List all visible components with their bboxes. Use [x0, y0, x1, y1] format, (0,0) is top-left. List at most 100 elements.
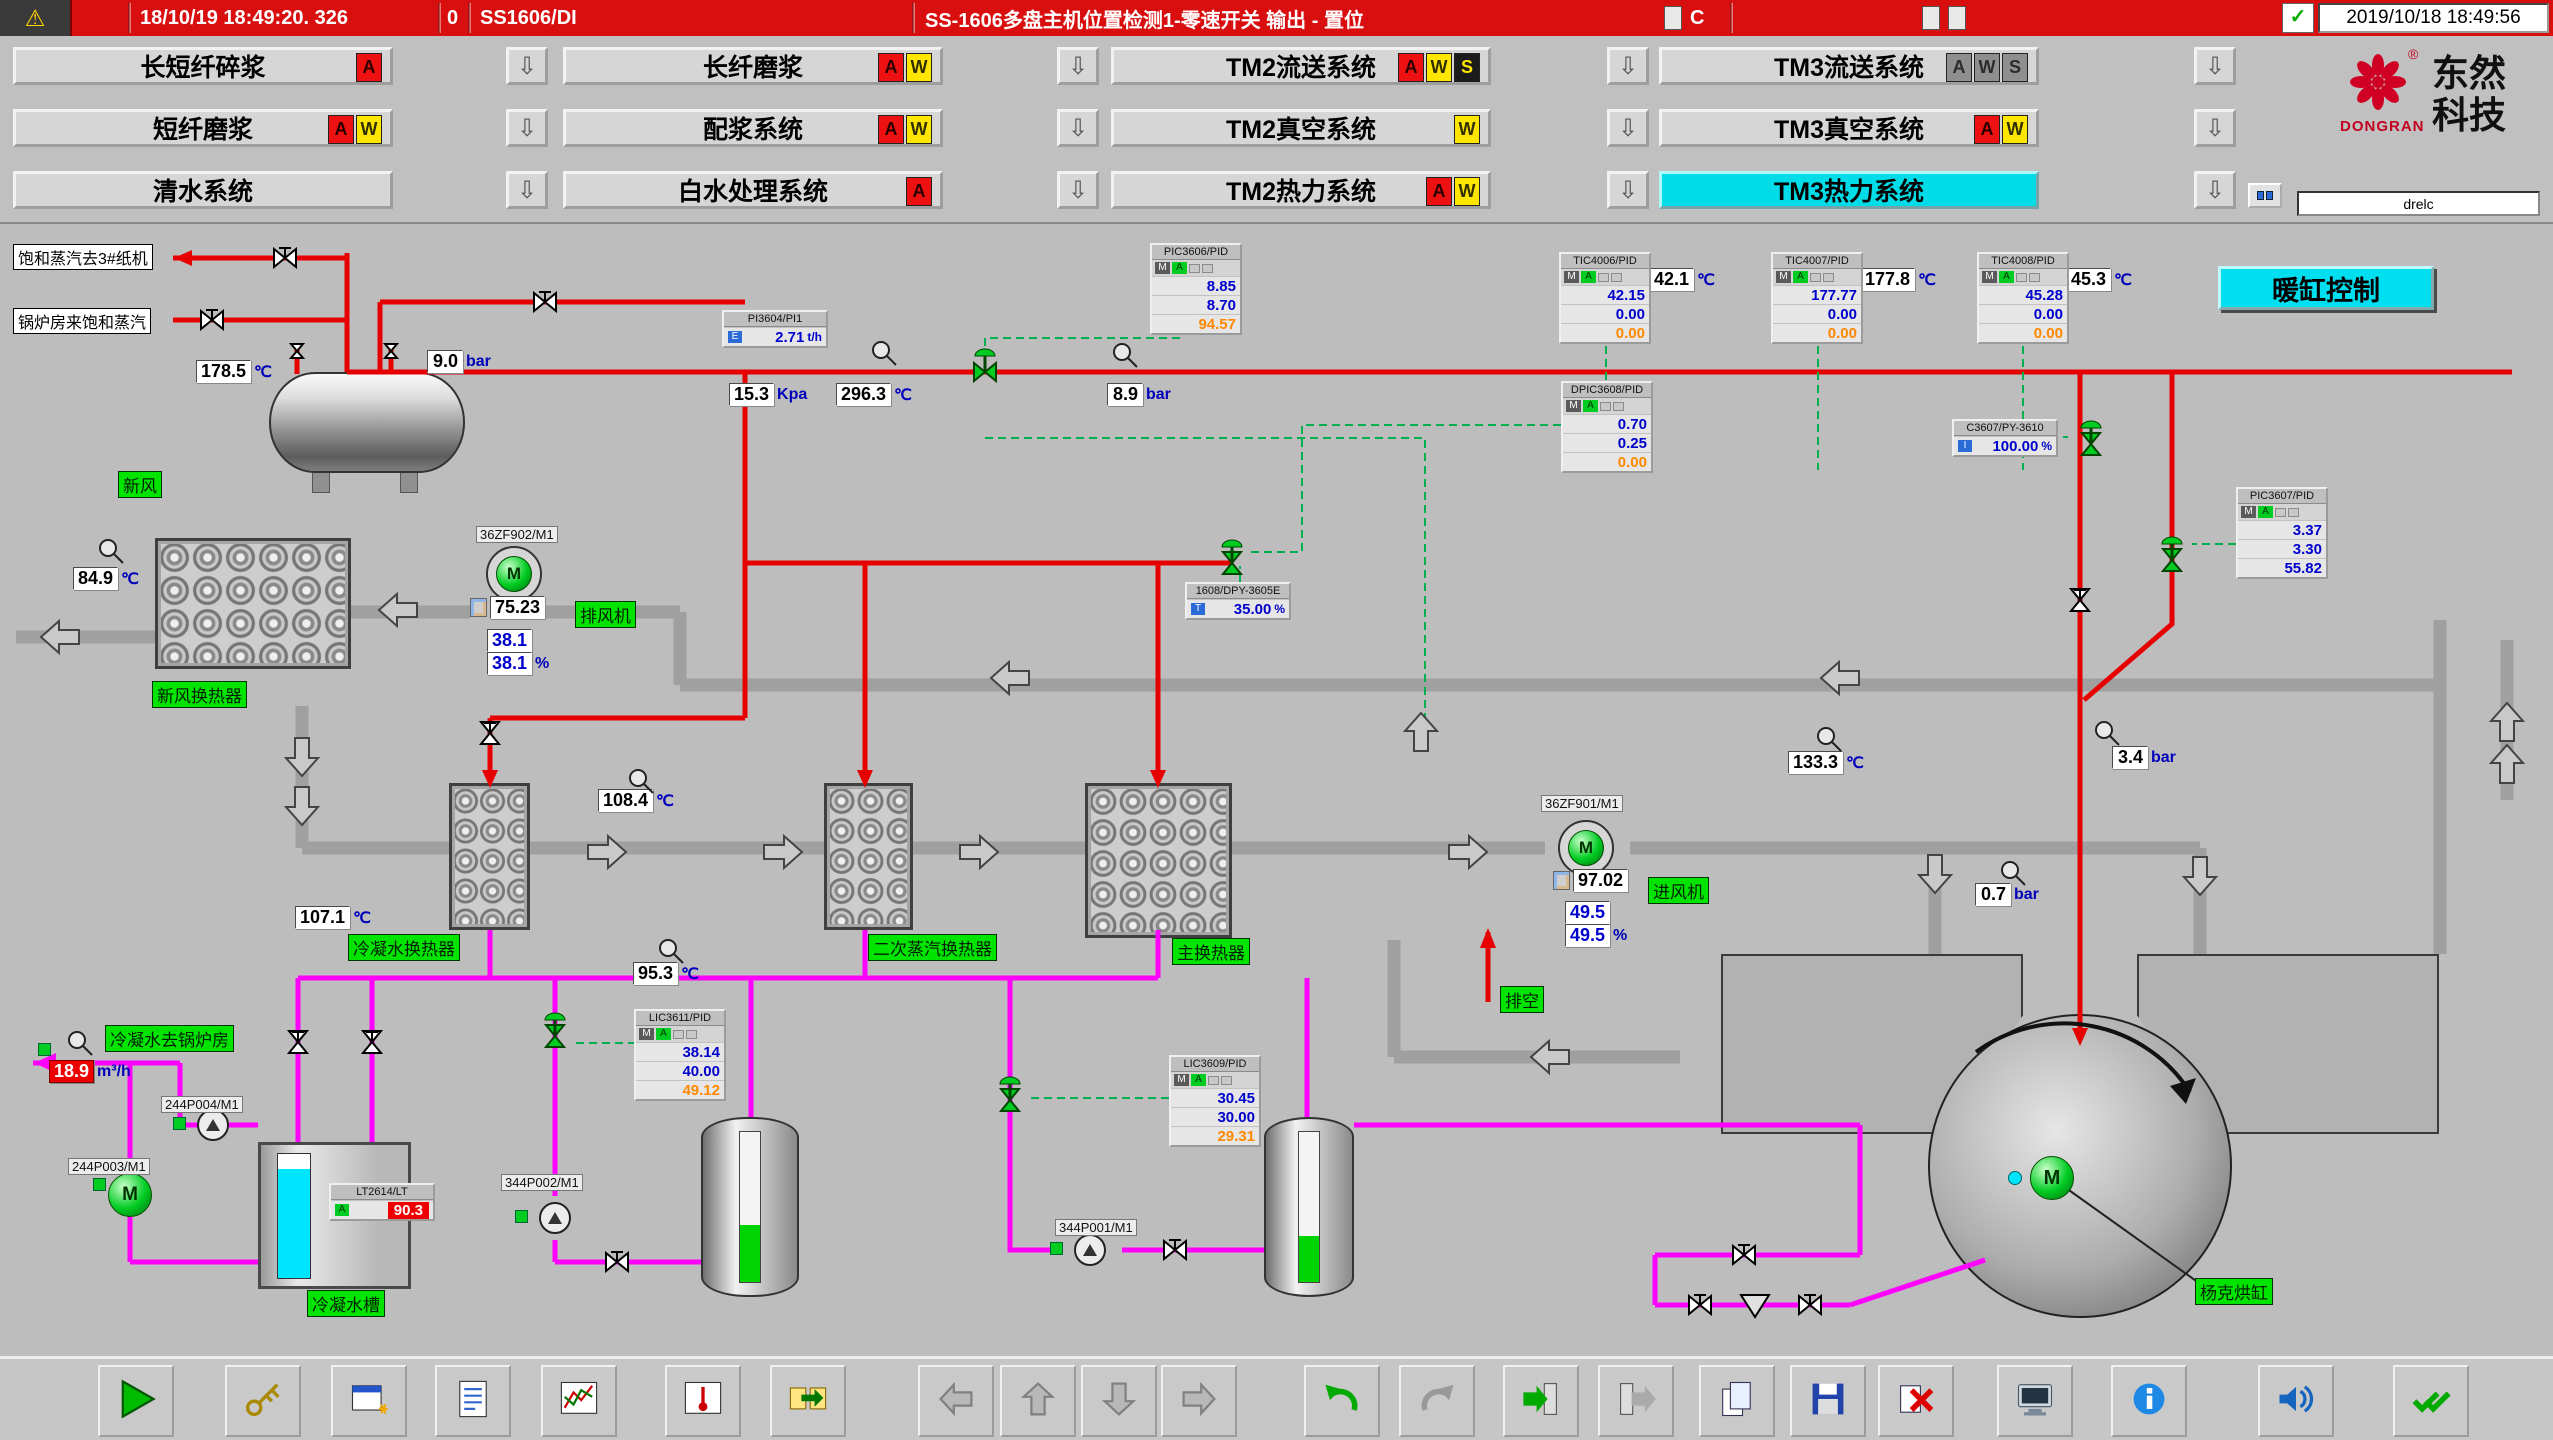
valve-icon[interactable] — [1689, 1295, 1711, 1314]
alarm-ack-icon[interactable] — [1664, 6, 1682, 30]
nav-page-arrow-button[interactable]: ⇩ — [2194, 171, 2236, 209]
logout-icon — [1614, 1377, 1658, 1426]
toolbar-run-button[interactable] — [98, 1365, 174, 1437]
nav-page-arrow-button[interactable]: ⇩ — [506, 171, 548, 209]
toolbar-file-save-button[interactable] — [1790, 1365, 1866, 1437]
valve-icon[interactable] — [385, 344, 397, 358]
check-icon: ✓ — [2290, 6, 2307, 28]
toolbar-new-window-button[interactable] — [331, 1365, 407, 1437]
nav-page-arrow-button[interactable]: ⇩ — [1057, 171, 1099, 209]
nav-button-6[interactable]: 配浆系统AW — [563, 109, 943, 147]
alarm-option-box[interactable] — [1948, 6, 1966, 30]
chevron-down-icon: ⇩ — [1618, 114, 1638, 143]
toolbar-file-delete-button[interactable] — [1878, 1365, 1954, 1437]
toolbar-nav-right-button[interactable] — [1161, 1365, 1237, 1437]
toolbar-monitor-button[interactable] — [1997, 1365, 2073, 1437]
toolbar-trend-button[interactable] — [541, 1365, 617, 1437]
sensor-icon — [2096, 722, 2119, 745]
toolbar-key-button[interactable] — [225, 1365, 301, 1437]
chevron-down-icon: ⇩ — [1068, 52, 1088, 81]
titlebar-counter: 0 — [447, 0, 458, 36]
duct-flow-arrow-icon — [286, 787, 318, 825]
nav-button-8[interactable]: TM3真空系统 AW — [1659, 109, 2039, 147]
warning-icon: ⚠ — [25, 5, 46, 32]
valve-sensor-layer — [0, 0, 2553, 1440]
valve-icon[interactable] — [481, 722, 499, 744]
nav-button-12[interactable]: TM3热力系统 — [1659, 171, 2039, 209]
alarm-channel: C — [1690, 0, 1704, 36]
system-ok-icon[interactable]: ✓ — [2282, 3, 2314, 33]
valve-icon[interactable] — [274, 248, 296, 267]
nav-button-2[interactable]: 长纤磨浆AW — [563, 47, 943, 85]
valve-icon[interactable] — [606, 1252, 628, 1271]
logo-brand-text: DONGRAN — [2340, 118, 2425, 135]
toolbar-temperature-button[interactable] — [665, 1365, 741, 1437]
valve-icon[interactable] — [291, 344, 303, 358]
alarm-message: SS-1606多盘主机位置检测1-零速开关 输出 - 置位 — [925, 0, 1364, 36]
nav-page-arrow-button[interactable]: ⇩ — [2194, 109, 2236, 147]
valve-icon[interactable] — [289, 1031, 307, 1053]
nav-page-arrow-button[interactable]: ⇩ — [1607, 47, 1649, 85]
status-badge: A — [1426, 177, 1452, 206]
alarm-title-bar: ⚠ 18/10/19 18:49:20. 326 0 SS1606/DI SS-… — [0, 0, 2553, 36]
nav-button-7[interactable]: TM2真空系统W — [1111, 109, 1491, 147]
valve-icon[interactable] — [2081, 421, 2101, 455]
nav-page-arrow-button[interactable]: ⇩ — [506, 47, 548, 85]
nav-page-arrow-button[interactable]: ⇩ — [1607, 109, 1649, 147]
nav-button-5[interactable]: 短纤磨浆AW — [13, 109, 393, 147]
valve-icon[interactable] — [2071, 589, 2089, 611]
valve-icon[interactable] — [1222, 540, 1242, 574]
valve-icon[interactable] — [201, 310, 223, 329]
valve-icon[interactable] — [2162, 537, 2182, 571]
nav-button-9[interactable]: 清水系统 — [13, 171, 393, 209]
toolbar-report-button[interactable] — [435, 1365, 511, 1437]
valve-icon[interactable] — [534, 292, 556, 311]
valve-icon[interactable] — [545, 1013, 565, 1047]
status-badge: A — [906, 177, 932, 206]
trend-icon — [557, 1377, 601, 1426]
valve-icon[interactable] — [1000, 1077, 1020, 1111]
toolbar-audio-button[interactable] — [2258, 1365, 2334, 1437]
nav-page-arrow-button[interactable]: ⇩ — [2194, 47, 2236, 85]
toolbar-redo-button[interactable] — [1399, 1365, 1475, 1437]
status-badge: S — [1454, 53, 1480, 82]
toolbar-nav-down-button[interactable] — [1081, 1365, 1157, 1437]
toolbar-info-button[interactable] — [2111, 1365, 2187, 1437]
nav-page-arrow-button[interactable]: ⇩ — [506, 109, 548, 147]
chevron-down-icon: ⇩ — [1618, 176, 1638, 205]
alarm-option-box[interactable] — [1922, 6, 1940, 30]
toolbar-login-button[interactable] — [1503, 1365, 1579, 1437]
sensor-icon — [1114, 344, 1137, 367]
valve-icon[interactable] — [363, 1031, 381, 1053]
toolbar-logout-button[interactable] — [1598, 1365, 1674, 1437]
nav-button-11[interactable]: TM2热力系统AW — [1111, 171, 1491, 209]
toolbar-nav-up-button[interactable] — [1000, 1365, 1076, 1437]
alarm-bell-icon[interactable]: ⚠ — [0, 0, 72, 36]
chevron-down-icon: ⇩ — [517, 114, 537, 143]
nav-button-3[interactable]: TM2流送系统AWS — [1111, 47, 1491, 85]
nav-badges: AW — [1974, 115, 2028, 144]
nav-button-1[interactable]: 长短纤碎浆A — [13, 47, 393, 85]
nav-button-10[interactable]: 白水处理系统A — [563, 171, 943, 209]
valve-icon[interactable] — [1164, 1240, 1186, 1259]
nav-button-4[interactable]: TM3流送系统AWS — [1659, 47, 2039, 85]
valve-icon[interactable] — [974, 349, 996, 381]
station-name-field[interactable]: drelc — [2297, 191, 2540, 216]
run-icon — [114, 1377, 158, 1426]
nav-page-arrow-button[interactable]: ⇩ — [1057, 109, 1099, 147]
info-icon — [2127, 1377, 2171, 1426]
nav-button-label: TM3热力系统 — [1774, 172, 1924, 208]
toolbar-file-copy-button[interactable] — [1699, 1365, 1775, 1437]
station-select-button[interactable] — [2248, 183, 2282, 208]
toolbar-nav-left-button[interactable] — [918, 1365, 994, 1437]
toolbar-undo-button[interactable] — [1304, 1365, 1380, 1437]
nav-button-label: TM3真空系统 — [1774, 110, 1924, 146]
valve-icon[interactable] — [1799, 1295, 1821, 1314]
registered-mark: ® — [2408, 46, 2418, 62]
toolbar-confirm-button[interactable] — [2393, 1365, 2469, 1437]
nav-page-arrow-button[interactable]: ⇩ — [1057, 47, 1099, 85]
valve-icon[interactable] — [1733, 1245, 1755, 1264]
nav-page-arrow-button[interactable]: ⇩ — [1607, 171, 1649, 209]
toolbar-transfer-button[interactable] — [770, 1365, 846, 1437]
temperature-icon — [681, 1377, 725, 1426]
